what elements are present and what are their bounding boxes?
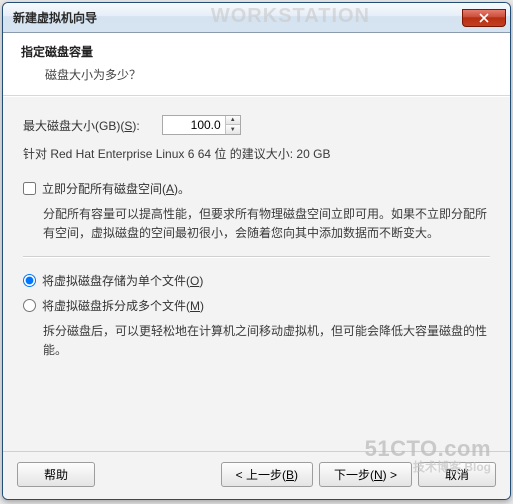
allocate-desc: 分配所有容量可以提高性能，但要求所有物理磁盘空间立即可用。如果不立即分配所有空间… — [43, 205, 490, 242]
allocate-checkbox-row: 立即分配所有磁盘空间(A)。 — [23, 180, 490, 197]
split-file-radio[interactable] — [23, 299, 36, 312]
back-button[interactable]: < 上一步(B) — [221, 462, 313, 487]
page-heading: 指定磁盘容量 — [21, 43, 492, 60]
content-area: 最大磁盘大小(GB)(S): ▲ ▼ 针对 Red Hat Enterprise… — [3, 96, 510, 451]
wizard-window: 新建虚拟机向导 WORKSTATION 指定磁盘容量 磁盘大小为多少？ 最大磁盘… — [2, 2, 511, 500]
cancel-button[interactable]: 取消 — [418, 462, 496, 487]
help-button[interactable]: 帮助 — [17, 462, 95, 487]
single-file-radio[interactable] — [23, 274, 36, 287]
close-button[interactable] — [462, 9, 506, 27]
close-icon — [479, 13, 489, 23]
window-title: 新建虚拟机向导 — [13, 9, 97, 26]
split-desc: 拆分磁盘后，可以更轻松地在计算机之间移动虚拟机，但可能会降低大容量磁盘的性能。 — [43, 322, 490, 359]
allocate-checkbox[interactable] — [23, 182, 36, 195]
separator — [23, 256, 490, 258]
page-subheading: 磁盘大小为多少？ — [45, 66, 492, 83]
footer-buttons: 帮助 < 上一步(B) 下一步(N) > 取消 — [3, 451, 510, 499]
single-file-label[interactable]: 将虚拟磁盘存储为单个文件(O) — [42, 272, 203, 289]
spinner-buttons: ▲ ▼ — [225, 116, 240, 134]
disk-size-spinner[interactable]: ▲ ▼ — [162, 115, 241, 135]
split-file-row: 将虚拟磁盘拆分成多个文件(M) — [23, 297, 490, 314]
allocate-label[interactable]: 立即分配所有磁盘空间(A)。 — [42, 180, 190, 197]
disk-size-input[interactable] — [163, 116, 225, 134]
spin-down-button[interactable]: ▼ — [226, 125, 240, 134]
disk-recommend-text: 针对 Red Hat Enterprise Linux 6 64 位 的建议大小… — [23, 145, 490, 162]
single-file-row: 将虚拟磁盘存储为单个文件(O) — [23, 272, 490, 289]
disk-size-label: 最大磁盘大小(GB)(S): — [23, 117, 140, 134]
next-button[interactable]: 下一步(N) > — [319, 462, 412, 487]
title-bar: 新建虚拟机向导 WORKSTATION — [3, 3, 510, 33]
disk-size-row: 最大磁盘大小(GB)(S): ▲ ▼ — [23, 115, 490, 135]
header-section: 指定磁盘容量 磁盘大小为多少？ — [3, 33, 510, 96]
brand-ghost: WORKSTATION — [211, 5, 370, 28]
spin-up-button[interactable]: ▲ — [226, 116, 240, 125]
split-file-label[interactable]: 将虚拟磁盘拆分成多个文件(M) — [42, 297, 204, 314]
